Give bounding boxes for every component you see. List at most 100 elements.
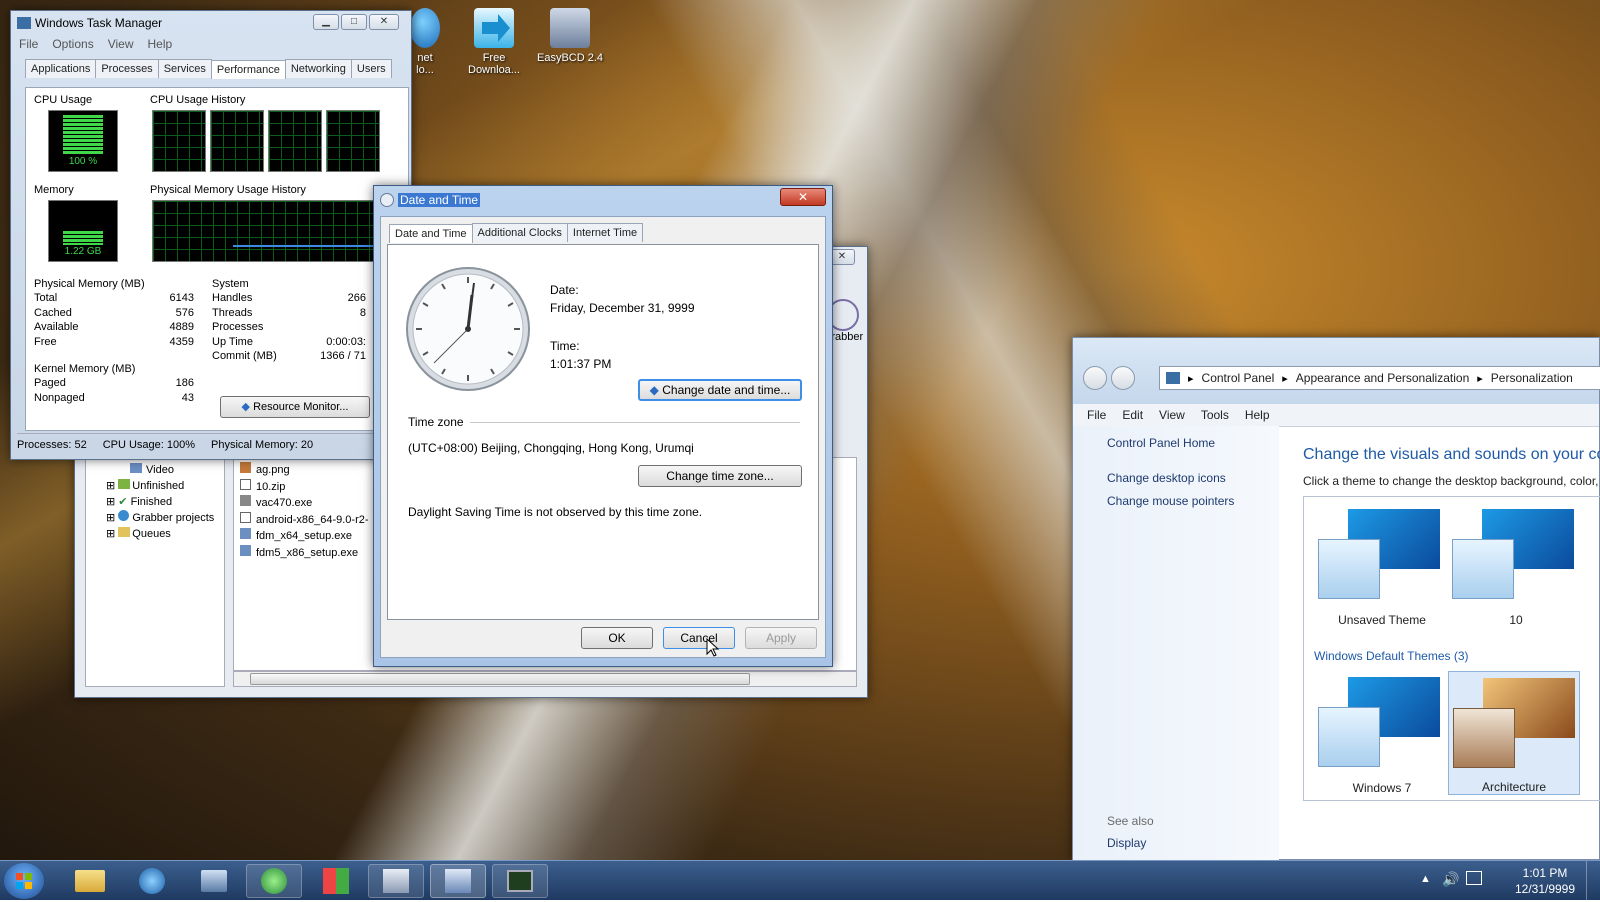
status-physical-memory: Physical Memory: 20 xyxy=(211,438,314,451)
tree-item[interactable]: Video xyxy=(86,458,224,478)
physical-memory-history-graph xyxy=(152,200,380,262)
sidebar-change-mouse-pointers[interactable]: Change mouse pointers xyxy=(1107,494,1234,508)
show-hidden-icons-icon[interactable]: ▲ xyxy=(1420,873,1431,885)
ok-button[interactable]: OK xyxy=(581,627,653,649)
status-processes: Processes: 52 xyxy=(17,438,87,451)
taskbar-computer[interactable] xyxy=(186,864,242,898)
theme-windows-7[interactable]: Windows 7 xyxy=(1318,677,1446,795)
change-date-time-button[interactable]: ◆ Change date and time... xyxy=(638,379,802,401)
menu-options[interactable]: Options xyxy=(52,37,93,51)
status-bar: Processes: 52 CPU Usage: 100% Physical M… xyxy=(17,433,409,455)
title-bar[interactable]: Date and Time ✕ xyxy=(374,186,832,214)
cancel-button[interactable]: Cancel xyxy=(663,627,735,649)
stat-label: Nonpaged xyxy=(34,391,85,404)
theme-name: 10 xyxy=(1509,613,1523,627)
menu-help[interactable]: Help xyxy=(1245,408,1270,422)
start-button[interactable] xyxy=(4,863,44,899)
tree-item[interactable]: ⊞ ✔ Finished xyxy=(86,494,224,510)
task-manager-window[interactable]: Windows Task Manager ▁ □ ✕ File Options … xyxy=(10,10,412,460)
theme-thumbnail xyxy=(1453,678,1575,768)
back-button[interactable] xyxy=(1083,366,1107,390)
menu-file[interactable]: File xyxy=(19,37,38,51)
speaker-icon[interactable]: 🔊 xyxy=(1442,871,1459,888)
tab-applications[interactable]: Applications xyxy=(25,59,97,78)
change-timezone-button[interactable]: Change time zone... xyxy=(638,465,802,487)
tab-networking[interactable]: Networking xyxy=(284,59,352,78)
network-icon[interactable] xyxy=(1466,871,1482,885)
personalization-window[interactable]: ▸ Control Panel ▸ Appearance and Persona… xyxy=(1072,337,1600,861)
date-time-dialog[interactable]: Date and Time ✕ Date and Time Additional… xyxy=(373,185,833,667)
apply-button[interactable]: Apply xyxy=(745,627,817,649)
page-title: Change the visuals and sounds on your co… xyxy=(1303,446,1600,463)
theme-gallery[interactable]: Unsaved Theme 10 Windows Default Themes … xyxy=(1303,496,1600,801)
tab-performance[interactable]: Performance xyxy=(210,60,286,79)
menu-edit[interactable]: Edit xyxy=(1122,408,1143,422)
horizontal-scrollbar[interactable] xyxy=(233,671,857,687)
file-icon xyxy=(240,462,251,473)
taskbar-downloader[interactable] xyxy=(246,864,302,898)
taskbar-browser[interactable] xyxy=(124,864,180,898)
desktop-icon-free-download[interactable]: Free Downloa... xyxy=(459,8,529,76)
tab-users[interactable]: Users xyxy=(350,59,392,78)
sidebar-control-panel-home[interactable]: Control Panel Home xyxy=(1107,436,1215,450)
sidebar-display-link[interactable]: Display xyxy=(1107,836,1146,850)
tab-additional-clocks[interactable]: Additional Clocks xyxy=(471,223,568,242)
system-title: System xyxy=(212,278,249,290)
theme-thumbnail xyxy=(1452,509,1574,599)
stat-value: 1366 / 71 xyxy=(320,350,366,362)
show-desktop-button[interactable] xyxy=(1586,861,1600,901)
desktop-icon-easybcd[interactable]: EasyBCD 2.4 xyxy=(535,8,605,64)
resource-monitor-button[interactable]: ◆ Resource Monitor... xyxy=(220,396,370,418)
tree-label: Queues xyxy=(132,528,171,540)
tree-item[interactable]: ⊞ Unfinished xyxy=(86,478,224,494)
shield-icon: ◆ xyxy=(241,401,251,413)
title-bar[interactable]: Windows Task Manager ▁ □ ✕ xyxy=(11,11,411,35)
physical-memory-title: Physical Memory (MB) xyxy=(34,278,145,290)
windows-logo-icon xyxy=(16,873,32,889)
task-manager-icon xyxy=(507,870,533,892)
tab-internet-time[interactable]: Internet Time xyxy=(566,223,644,242)
sidebar-change-desktop-icons[interactable]: Change desktop icons xyxy=(1107,471,1226,485)
file-icon xyxy=(240,511,251,523)
tab-services[interactable]: Services xyxy=(157,59,212,78)
taskbar-control-panel[interactable] xyxy=(368,864,424,898)
stat-label: Free xyxy=(34,335,57,348)
date-value: Friday, December 31, 9999 xyxy=(550,301,695,315)
system-clock[interactable]: 1:01 PM 12/31/9999 xyxy=(1510,865,1580,897)
breadcrumb-item[interactable]: Control Panel xyxy=(1202,371,1275,385)
taskbar-date-time[interactable] xyxy=(430,864,486,898)
tab-date-and-time[interactable]: Date and Time xyxy=(389,224,473,243)
maximize-button[interactable]: □ xyxy=(341,14,367,30)
menu-help[interactable]: Help xyxy=(148,37,173,51)
taskbar-office[interactable] xyxy=(308,864,364,898)
menu-view[interactable]: View xyxy=(1159,408,1185,422)
status-cpu-usage: CPU Usage: 100% xyxy=(102,438,196,451)
tree-item[interactable]: ⊞ Grabber projects xyxy=(86,510,224,526)
kernel-memory-group: Kernel Memory (MB) Paged 186 Nonpaged 43 xyxy=(34,363,194,405)
cpu-history-graph xyxy=(210,110,264,172)
theme-10[interactable]: 10 xyxy=(1452,509,1580,627)
breadcrumb[interactable]: ▸ Control Panel ▸ Appearance and Persona… xyxy=(1159,366,1600,390)
tab-processes[interactable]: Processes xyxy=(95,59,159,78)
stat-label: Total xyxy=(34,292,58,304)
cpu-gauge-fill xyxy=(63,115,103,155)
close-button[interactable]: ✕ xyxy=(369,14,399,30)
taskbar-explorer[interactable] xyxy=(62,864,118,898)
taskbar-task-manager[interactable] xyxy=(492,864,548,898)
tree-item[interactable]: ⊞ Queues xyxy=(86,526,224,542)
breadcrumb-item[interactable]: Appearance and Personalization xyxy=(1296,371,1469,385)
category-tree[interactable]: Video ⊞ Unfinished ⊞ ✔ Finished ⊞ Grabbe… xyxy=(85,457,225,687)
menu-tools[interactable]: Tools xyxy=(1201,408,1229,422)
menu-file[interactable]: File xyxy=(1087,408,1106,422)
tree-label: Unfinished xyxy=(132,480,185,492)
menu-view[interactable]: View xyxy=(108,37,134,51)
close-button[interactable]: ✕ xyxy=(780,188,826,206)
theme-unsaved[interactable]: Unsaved Theme xyxy=(1318,509,1446,627)
minimize-button[interactable]: ▁ xyxy=(313,14,339,30)
theme-architecture[interactable]: Architecture xyxy=(1448,671,1580,795)
breadcrumb-item[interactable]: Personalization xyxy=(1491,371,1573,385)
forward-button[interactable] xyxy=(1111,366,1135,390)
scrollbar-thumb[interactable] xyxy=(250,673,750,685)
tab-strip: Applications Processes Services Performa… xyxy=(11,53,411,79)
stat-label: Paged xyxy=(34,377,66,389)
